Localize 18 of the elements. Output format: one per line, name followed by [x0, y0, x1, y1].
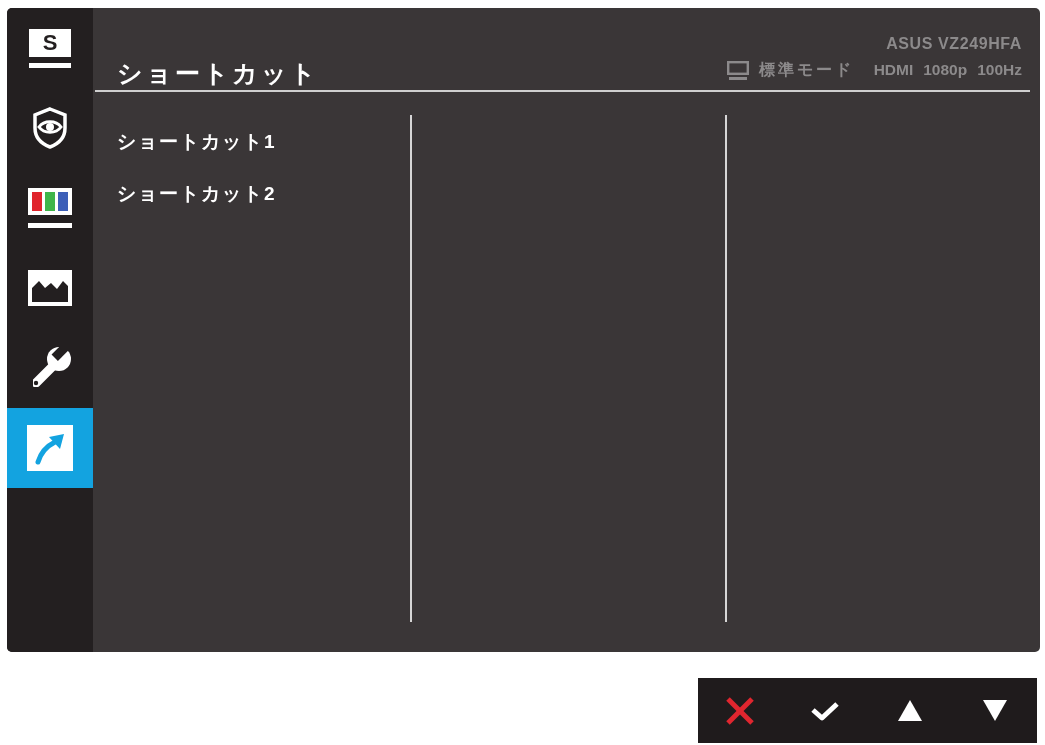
menu-title: ショートカット [117, 58, 319, 88]
check-icon [810, 699, 841, 722]
eye-shield-icon [30, 106, 70, 150]
picture-icon [27, 269, 73, 307]
sidebar-tab[interactable]: S [7, 8, 93, 88]
signal-info: 1080p [923, 61, 968, 79]
color-bars-icon [27, 187, 73, 229]
down-triangle-icon [982, 700, 1007, 721]
monitor-icon [726, 60, 749, 80]
model-name: ASUS VZ249HFA [886, 34, 1022, 54]
picture-mode: 標準モード [758, 59, 854, 80]
menu-item[interactable]: ショートカット2 [93, 168, 410, 220]
x-icon [725, 695, 756, 726]
menu-item[interactable]: ショートカット1 [93, 116, 410, 168]
up-triangle-icon [897, 700, 922, 721]
signal-info: 100Hz [977, 61, 1022, 79]
signal-info: HDMI [873, 61, 914, 79]
arrow-tile-icon [27, 425, 73, 471]
